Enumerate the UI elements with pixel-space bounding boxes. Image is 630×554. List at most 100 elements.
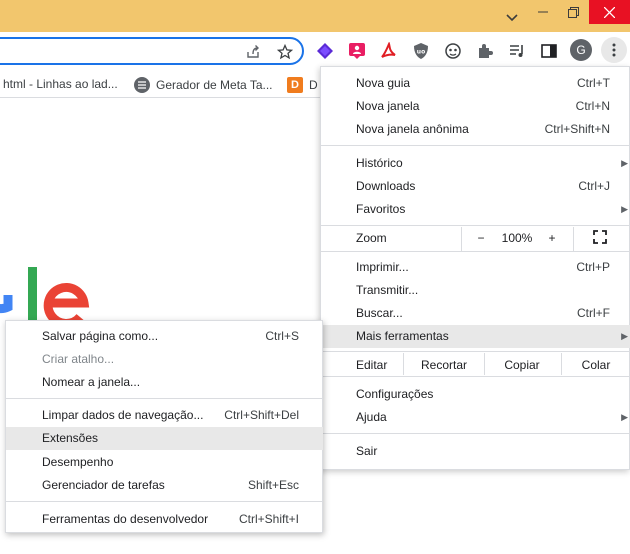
menu-label: Gerenciador de tarefas (42, 478, 165, 492)
menu-label: Ajuda (356, 410, 387, 424)
menu-label: Sair (356, 444, 378, 458)
acrobat-extension-icon[interactable] (378, 40, 400, 62)
menu-divider (6, 398, 323, 399)
bookmark-label: Gerador de Meta Ta... (156, 78, 273, 92)
menu-divider (321, 251, 630, 252)
menu-label: Editar (356, 358, 388, 372)
menu-shortcut: Ctrl+Shift+Del (224, 408, 299, 422)
submenu-arrow-icon: ▶ (621, 204, 628, 214)
submenu-arrow-icon: ▶ (621, 412, 628, 422)
menu-shortcut: Ctrl+Shift+I (238, 512, 299, 526)
menu-divider (321, 376, 630, 377)
side-panel-icon[interactable] (538, 40, 560, 62)
menu-item-cast[interactable]: Transmitir... (321, 279, 630, 302)
menu-shortcut: Ctrl+T (577, 76, 610, 90)
menu-shortcut: Ctrl+N (575, 99, 610, 113)
menu-label: Limpar dados de navegação... (42, 408, 204, 422)
menu-label: Nova janela (356, 99, 420, 113)
menu-item-new-incognito[interactable]: Nova janela anônima Ctrl+Shift+N (321, 118, 630, 141)
avatar-letter: G (570, 39, 592, 61)
menu-label: Imprimir... (356, 260, 409, 274)
menu-label: Mais ferramentas (356, 329, 449, 343)
submenu-item-extensions[interactable]: Extensões (6, 427, 323, 450)
menu-label: Extensões (42, 431, 99, 445)
menu-label: Transmitir... (356, 283, 419, 297)
menu-label: Histórico (356, 156, 403, 170)
zoom-level: 100% (501, 231, 533, 245)
orange-d-icon: D (287, 77, 303, 93)
google-logo-fragment (0, 267, 90, 327)
address-bar[interactable] (0, 37, 304, 65)
purple-extension-icon[interactable] (314, 40, 336, 62)
star-bookmark-icon[interactable] (276, 43, 294, 61)
menu-divider (6, 501, 323, 502)
menu-item-new-tab[interactable]: Nova guia Ctrl+T (321, 72, 630, 95)
submenu-arrow-icon: ▶ (621, 158, 628, 168)
extensions-puzzle-icon[interactable] (474, 40, 496, 62)
menu-item-settings[interactable]: Configurações (321, 383, 630, 406)
browser-toolbar: uo G (0, 32, 630, 70)
menu-label: Favoritos (356, 202, 406, 216)
menu-label: Desempenho (42, 455, 114, 469)
bookmark-label: html - Linhas ao lad... (3, 77, 118, 91)
tab-search-chevron-icon[interactable] (497, 6, 527, 30)
menu-label: Configurações (356, 387, 434, 401)
menu-label: Criar atalho... (42, 352, 115, 366)
list-circle-icon (134, 77, 150, 93)
menu-divider (321, 433, 630, 434)
menu-label: Nova janela anônima (356, 122, 469, 136)
title-bar (0, 0, 630, 32)
menu-shortcut: Ctrl+S (265, 329, 299, 343)
fullscreen-icon[interactable] (593, 230, 611, 248)
menu-shortcut: Shift+Esc (247, 478, 299, 492)
ublock-extension-icon[interactable]: uo (410, 40, 432, 62)
copy-button[interactable]: Copiar (485, 354, 559, 377)
bookmark-label: D (309, 78, 318, 92)
close-window-button[interactable] (589, 0, 630, 24)
bookmark-item[interactable]: D D (287, 77, 318, 93)
menu-item-print[interactable]: Imprimir... Ctrl+P (321, 256, 630, 279)
share-icon[interactable] (244, 43, 262, 61)
menu-label: Downloads (356, 179, 416, 193)
kebab-menu-icon[interactable] (601, 37, 627, 63)
menu-item-find[interactable]: Buscar... Ctrl+F (321, 302, 630, 325)
pink-chat-extension-icon[interactable] (346, 40, 368, 62)
menu-item-downloads[interactable]: Downloads Ctrl+J (321, 175, 630, 198)
submenu-item-clear-data[interactable]: Limpar dados de navegação... Ctrl+Shift+… (6, 404, 323, 427)
menu-label: Zoom (356, 231, 387, 245)
menu-item-exit[interactable]: Sair (321, 440, 630, 463)
submenu-item-performance[interactable]: Desempenho (6, 451, 323, 474)
menu-divider (321, 225, 630, 226)
zoom-divider (573, 227, 574, 251)
bookmark-item[interactable]: html - Linhas ao lad... (3, 77, 118, 91)
submenu-item-task-manager[interactable]: Gerenciador de tarefas Shift+Esc (6, 474, 323, 497)
more-tools-submenu: Salvar página como... Ctrl+S Criar atalh… (5, 320, 323, 533)
menu-item-new-window[interactable]: Nova janela Ctrl+N (321, 95, 630, 118)
cut-button[interactable]: Recortar (404, 354, 484, 377)
submenu-arrow-icon: ▶ (621, 331, 628, 341)
menu-shortcut: Ctrl+F (577, 306, 610, 320)
menu-divider (321, 351, 630, 352)
menu-shortcut: Ctrl+Shift+N (544, 122, 610, 136)
avatar[interactable]: G (570, 39, 592, 61)
chrome-main-menu: Nova guia Ctrl+T Nova janela Ctrl+N Nova… (320, 66, 630, 470)
submenu-item-name-window[interactable]: Nomear a janela... (6, 371, 323, 394)
menu-label: Ferramentas do desenvolvedor (42, 512, 209, 526)
minimize-button[interactable] (528, 0, 558, 24)
media-queue-icon[interactable] (506, 40, 528, 62)
submenu-item-dev-tools[interactable]: Ferramentas do desenvolvedor Ctrl+Shift+… (6, 508, 323, 531)
menu-label: Nova guia (356, 76, 411, 90)
monkey-extension-icon[interactable] (442, 40, 464, 62)
restore-button[interactable] (558, 0, 588, 24)
menu-item-help[interactable]: Ajuda ▶ (321, 406, 630, 429)
menu-label: Salvar página como... (42, 329, 159, 343)
bookmark-item[interactable]: Gerador de Meta Ta... (134, 77, 273, 93)
menu-item-history[interactable]: Histórico ▶ (321, 152, 630, 175)
paste-button[interactable]: Colar (562, 354, 630, 377)
menu-item-bookmarks[interactable]: Favoritos ▶ (321, 198, 630, 221)
submenu-item-save-page[interactable]: Salvar página como... Ctrl+S (6, 325, 323, 348)
zoom-in-button[interactable]: + (542, 227, 562, 250)
zoom-out-button[interactable]: − (471, 227, 491, 250)
menu-item-more-tools[interactable]: Mais ferramentas ▶ (321, 325, 630, 348)
submenu-item-create-shortcut: Criar atalho... (6, 348, 323, 371)
